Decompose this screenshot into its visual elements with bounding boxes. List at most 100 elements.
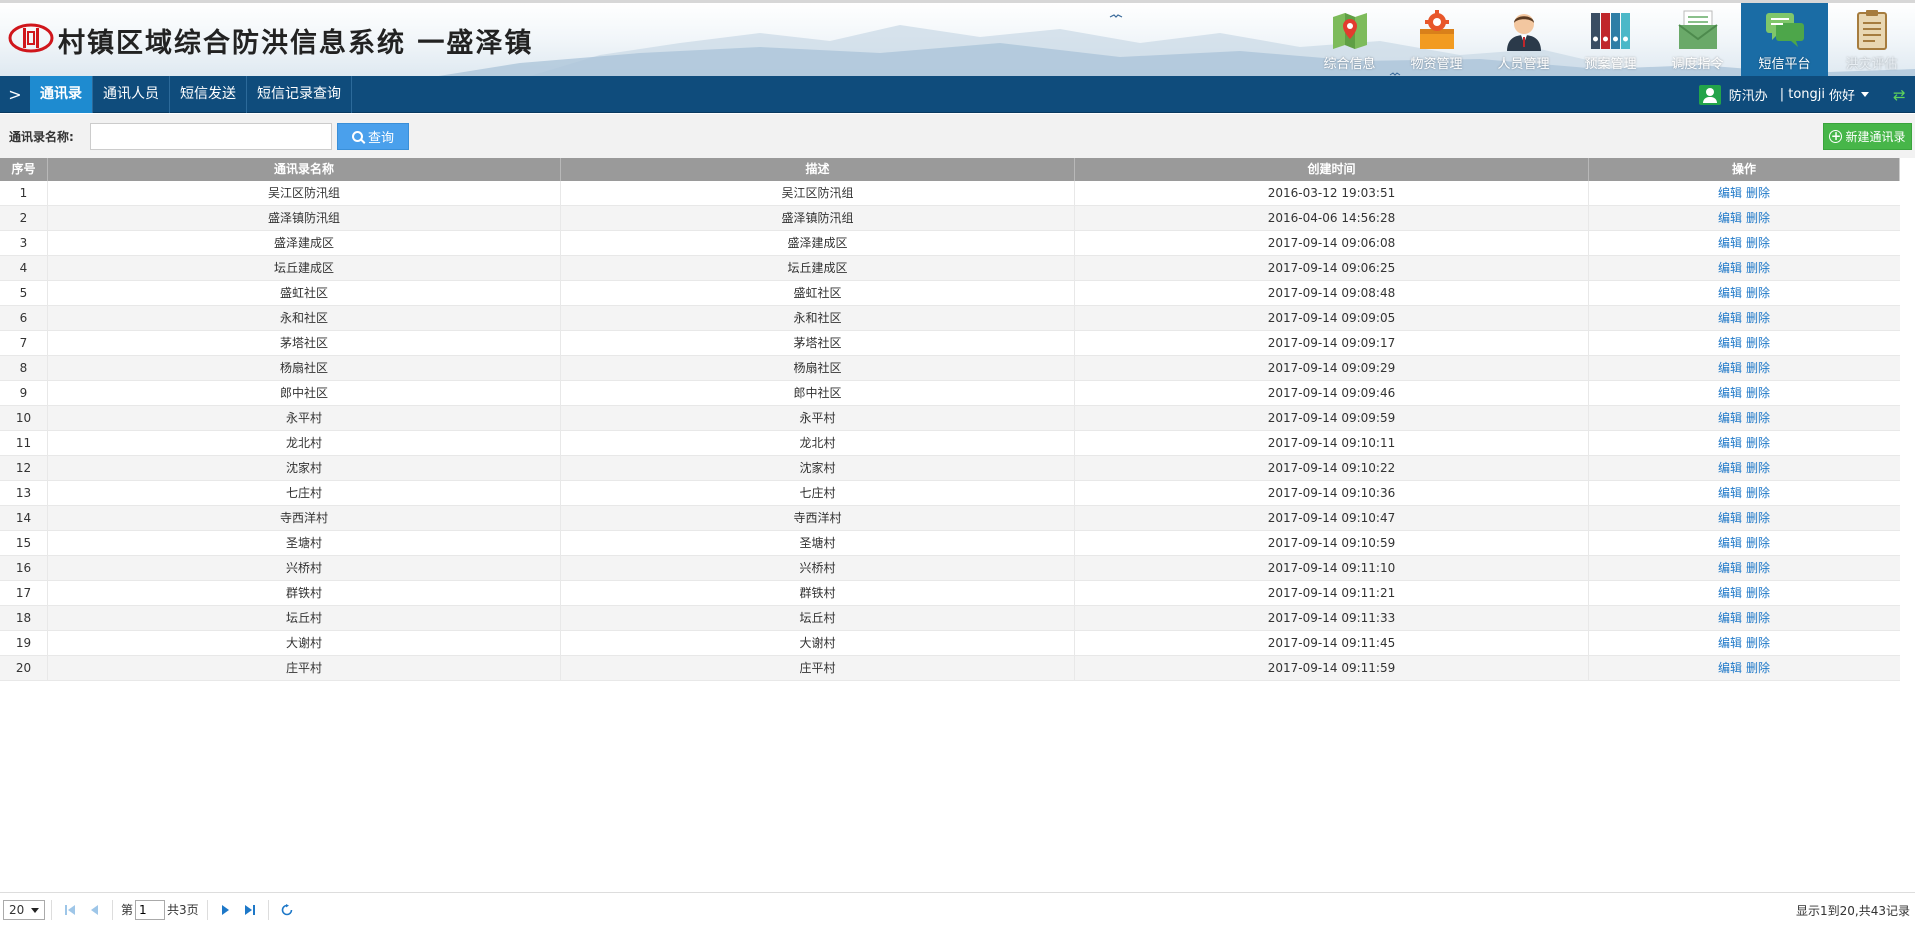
edit-link[interactable]: 编辑 [1718, 361, 1742, 375]
tab-contacts-book[interactable]: 通讯录 [30, 76, 93, 113]
edit-link[interactable]: 编辑 [1718, 461, 1742, 475]
table-row[interactable]: 14 寺西洋村 寺西洋村 2017-09-14 09:10:47 编辑 删除 [0, 506, 1900, 531]
edit-link[interactable]: 编辑 [1718, 636, 1742, 650]
nav-item-materials[interactable]: 物资管理 [1393, 3, 1480, 76]
table-row[interactable]: 11 龙北村 龙北村 2017-09-14 09:10:11 编辑 删除 [0, 431, 1900, 456]
column-header-description[interactable]: 描述 [561, 158, 1075, 181]
table-row[interactable]: 18 坛丘村 坛丘村 2017-09-14 09:11:33 编辑 删除 [0, 606, 1900, 631]
table-row[interactable]: 1 吴江区防汛组 吴江区防汛组 2016-03-12 19:03:51 编辑 删除 [0, 181, 1900, 206]
table-body: 1 吴江区防汛组 吴江区防汛组 2016-03-12 19:03:51 编辑 删除 2 盛泽镇… [0, 181, 1900, 681]
app-title: 村镇区域综合防洪信息系统 一盛泽镇 [58, 28, 534, 59]
edit-link[interactable]: 编辑 [1718, 586, 1742, 600]
column-header-name[interactable]: 通讯录名称 [48, 158, 561, 181]
column-header-index[interactable]: 序号 [0, 158, 48, 181]
last-page-icon[interactable] [241, 900, 259, 920]
plus-icon: + [1829, 129, 1843, 143]
nav-item-sms-platform[interactable]: 短信平台 [1741, 3, 1828, 76]
nav-item-personnel[interactable]: 人员管理 [1480, 3, 1567, 76]
delete-link[interactable]: 删除 [1746, 611, 1770, 625]
delete-link[interactable]: 删除 [1746, 261, 1770, 275]
table-row[interactable]: 20 庄平村 庄平村 2017-09-14 09:11:59 编辑 删除 [0, 656, 1900, 681]
table-row[interactable]: 3 盛泽建成区 盛泽建成区 2017-09-14 09:06:08 编辑 删除 [0, 231, 1900, 256]
edit-link[interactable]: 编辑 [1718, 186, 1742, 200]
delete-link[interactable]: 删除 [1746, 461, 1770, 475]
logo-icon [8, 23, 54, 53]
next-page-icon[interactable] [217, 900, 235, 920]
table-row[interactable]: 9 郎中社区 郎中社区 2017-09-14 09:09:46 编辑 删除 [0, 381, 1900, 406]
tab-sms-send[interactable]: 短信发送 [170, 76, 247, 113]
edit-link[interactable]: 编辑 [1718, 486, 1742, 500]
delete-link[interactable]: 删除 [1746, 511, 1770, 525]
delete-link[interactable]: 删除 [1746, 236, 1770, 250]
query-button[interactable]: 查询 [337, 123, 409, 150]
nav-item-overview[interactable]: 综合信息 [1306, 3, 1393, 76]
first-page-icon[interactable] [61, 900, 79, 920]
tab-contacts-people[interactable]: 通讯人员 [93, 76, 170, 113]
new-contacts-book-button[interactable]: + 新建通讯录 [1823, 123, 1912, 150]
previous-page-icon[interactable] [85, 900, 103, 920]
delete-link[interactable]: 删除 [1746, 486, 1770, 500]
edit-link[interactable]: 编辑 [1718, 411, 1742, 425]
delete-link[interactable]: 删除 [1746, 636, 1770, 650]
reload-icon[interactable] [278, 900, 296, 920]
edit-link[interactable]: 编辑 [1718, 336, 1742, 350]
delete-link[interactable]: 删除 [1746, 536, 1770, 550]
edit-link[interactable]: 编辑 [1718, 311, 1742, 325]
chevron-down-icon[interactable] [1861, 92, 1869, 97]
tab-sms-records[interactable]: 短信记录查询 [247, 76, 352, 113]
delete-link[interactable]: 删除 [1746, 661, 1770, 675]
delete-link[interactable]: 删除 [1746, 286, 1770, 300]
delete-link[interactable]: 删除 [1746, 311, 1770, 325]
row-description: 圣塘村 [561, 531, 1075, 555]
edit-link[interactable]: 编辑 [1718, 536, 1742, 550]
delete-link[interactable]: 删除 [1746, 411, 1770, 425]
user-menu[interactable]: 防汛办 | tongji 你好 ⇄ [1698, 76, 1915, 113]
table-row[interactable]: 7 茅塔社区 茅塔社区 2017-09-14 09:09:17 编辑 删除 [0, 331, 1900, 356]
delete-link[interactable]: 删除 [1746, 586, 1770, 600]
row-created-time: 2017-09-14 09:09:46 [1075, 381, 1589, 405]
delete-link[interactable]: 删除 [1746, 336, 1770, 350]
nav-item-dispatch[interactable]: 调度指令 [1654, 3, 1741, 76]
edit-link[interactable]: 编辑 [1718, 436, 1742, 450]
edit-link[interactable]: 编辑 [1718, 286, 1742, 300]
nav-item-plans[interactable]: 预案管理 [1567, 3, 1654, 76]
nav-label: 短信平台 [1758, 57, 1811, 72]
edit-link[interactable]: 编辑 [1718, 211, 1742, 225]
table-row[interactable]: 4 坛丘建成区 坛丘建成区 2017-09-14 09:06:25 编辑 删除 [0, 256, 1900, 281]
table-row[interactable]: 19 大谢村 大谢村 2017-09-14 09:11:45 编辑 删除 [0, 631, 1900, 656]
page-size-select[interactable]: 20 [3, 899, 45, 920]
edit-link[interactable]: 编辑 [1718, 261, 1742, 275]
edit-link[interactable]: 编辑 [1718, 561, 1742, 575]
edit-link[interactable]: 编辑 [1718, 611, 1742, 625]
edit-link[interactable]: 编辑 [1718, 386, 1742, 400]
row-created-time: 2017-09-14 09:09:59 [1075, 406, 1589, 430]
table-row[interactable]: 15 圣塘村 圣塘村 2017-09-14 09:10:59 编辑 删除 [0, 531, 1900, 556]
table-row[interactable]: 12 沈家村 沈家村 2017-09-14 09:10:22 编辑 删除 [0, 456, 1900, 481]
table-row[interactable]: 17 群铁村 群铁村 2017-09-14 09:11:21 编辑 删除 [0, 581, 1900, 606]
row-name: 永和社区 [48, 306, 561, 330]
delete-link[interactable]: 删除 [1746, 561, 1770, 575]
search-input[interactable] [90, 123, 332, 150]
current-page-input[interactable] [135, 899, 166, 920]
table-row[interactable]: 6 永和社区 永和社区 2017-09-14 09:09:05 编辑 删除 [0, 306, 1900, 331]
delete-link[interactable]: 删除 [1746, 211, 1770, 225]
delete-link[interactable]: 删除 [1746, 186, 1770, 200]
table-row[interactable]: 5 盛虹社区 盛虹社区 2017-09-14 09:08:48 编辑 删除 [0, 281, 1900, 306]
page-total: 共3页 [167, 903, 199, 917]
table-row[interactable]: 10 永平村 永平村 2017-09-14 09:09:59 编辑 删除 [0, 406, 1900, 431]
row-index: 4 [0, 256, 48, 280]
delete-link[interactable]: 删除 [1746, 386, 1770, 400]
table-row[interactable]: 16 兴桥村 兴桥村 2017-09-14 09:11:10 编辑 删除 [0, 556, 1900, 581]
edit-link[interactable]: 编辑 [1718, 661, 1742, 675]
delete-link[interactable]: 删除 [1746, 361, 1770, 375]
delete-link[interactable]: 删除 [1746, 436, 1770, 450]
edit-link[interactable]: 编辑 [1718, 236, 1742, 250]
table-row[interactable]: 8 杨扇社区 杨扇社区 2017-09-14 09:09:29 编辑 删除 [0, 356, 1900, 381]
table-row[interactable]: 2 盛泽镇防汛组 盛泽镇防汛组 2016-04-06 14:56:28 编辑 删除 [0, 206, 1900, 231]
table-row[interactable]: 13 七庄村 七庄村 2017-09-14 09:10:36 编辑 删除 [0, 481, 1900, 506]
column-header-created[interactable]: 创建时间 [1075, 158, 1589, 181]
edit-link[interactable]: 编辑 [1718, 511, 1742, 525]
refresh-icon[interactable]: ⇄ [1893, 87, 1909, 103]
sidebar-toggle-icon[interactable]: > [0, 76, 30, 113]
nav-item-assessment[interactable]: 洪灾评估 [1828, 3, 1915, 76]
